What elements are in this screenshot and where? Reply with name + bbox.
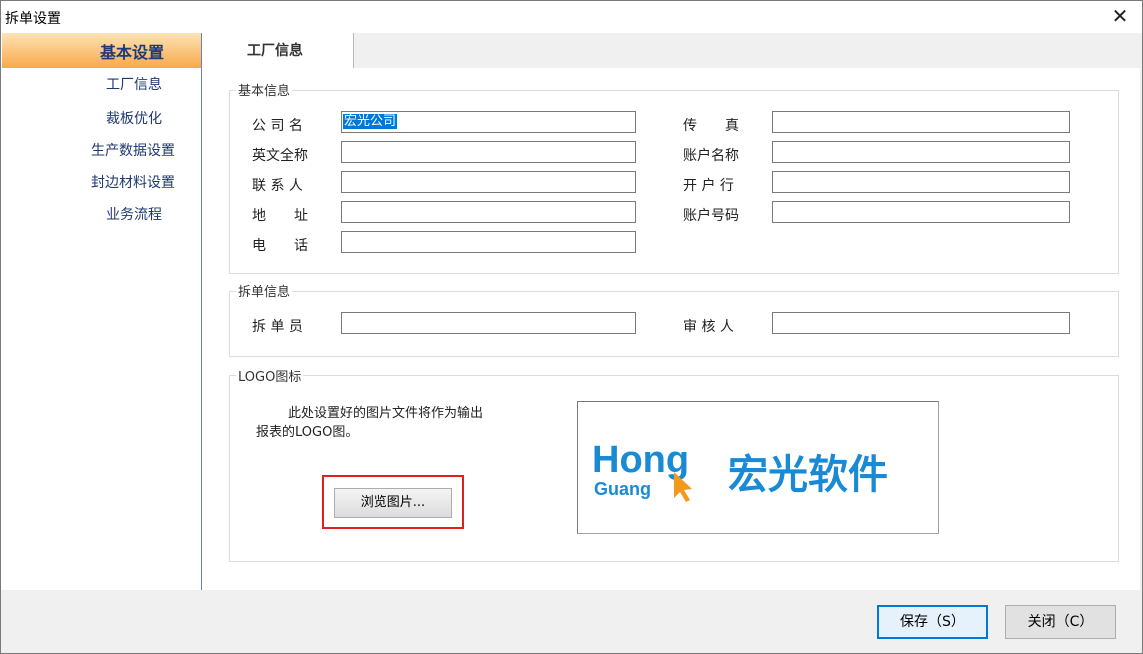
english-name-label: 英文全称 bbox=[252, 148, 308, 164]
tab-factory-info[interactable]: 工厂信息 bbox=[202, 33, 354, 68]
brand-logo-image: Hong Guang 宏光软件 bbox=[592, 439, 888, 502]
sidebar-item-cutting-optimize[interactable]: 裁板优化 bbox=[106, 108, 162, 128]
phone-label: 电 话 bbox=[252, 238, 308, 254]
company-name-label: 公 司 名 bbox=[252, 118, 303, 134]
address-field[interactable] bbox=[341, 201, 636, 223]
sidebar-header[interactable]: 基本设置 bbox=[2, 33, 201, 68]
logo-hint: 此处设置好的图片文件将作为输出 报表的LOGO图。 bbox=[256, 404, 526, 442]
account-number-field[interactable] bbox=[772, 201, 1070, 223]
reviewer-field[interactable] bbox=[772, 312, 1070, 334]
brand-guang: Guang bbox=[594, 479, 651, 499]
close-icon[interactable]: ✕ bbox=[1108, 5, 1132, 29]
logo-hint-line1: 此处设置好的图片文件将作为输出 bbox=[288, 406, 484, 421]
fax-field[interactable] bbox=[772, 111, 1070, 133]
split-info-title: 拆单信息 bbox=[236, 281, 293, 300]
contact-field[interactable] bbox=[341, 171, 636, 193]
bank-field[interactable] bbox=[772, 171, 1070, 193]
logo-group-title: LOGO图标 bbox=[236, 366, 304, 385]
phone-field[interactable] bbox=[341, 231, 636, 253]
company-name-field[interactable]: 宏光公司 bbox=[341, 111, 636, 133]
splitter-field[interactable] bbox=[341, 312, 636, 334]
logo-hint-line2: 报表的LOGO图。 bbox=[256, 425, 359, 440]
brand-cn: 宏光软件 bbox=[728, 452, 888, 498]
contact-label: 联 系 人 bbox=[252, 178, 303, 194]
save-button[interactable]: 保存（S） bbox=[877, 605, 988, 639]
basic-info-title: 基本信息 bbox=[236, 80, 293, 99]
logo-preview: Hong Guang 宏光软件 bbox=[577, 401, 939, 534]
sidebar-item-edge-material[interactable]: 封边材料设置 bbox=[91, 172, 175, 192]
browse-image-button[interactable]: 浏览图片... bbox=[334, 488, 452, 518]
account-name-label: 账户名称 bbox=[683, 148, 739, 164]
close-button[interactable]: 关闭（C） bbox=[1005, 605, 1116, 639]
address-label: 地 址 bbox=[252, 208, 308, 224]
sidebar-item-factory-info[interactable]: 工厂信息 bbox=[106, 74, 162, 94]
account-number-label: 账户号码 bbox=[683, 208, 739, 224]
sidebar-item-workflow[interactable]: 业务流程 bbox=[106, 204, 162, 224]
reviewer-label: 审 核 人 bbox=[683, 319, 734, 335]
tab-label: 工厂信息 bbox=[247, 43, 303, 59]
english-name-field[interactable] bbox=[341, 141, 636, 163]
sidebar-item-production-data[interactable]: 生产数据设置 bbox=[91, 140, 175, 160]
sidebar-header-label: 基本设置 bbox=[100, 43, 165, 62]
window-title: 拆单设置 bbox=[5, 11, 61, 27]
title-bar: 拆单设置 ✕ bbox=[1, 1, 1142, 33]
sidebar: 基本设置 工厂信息 裁板优化 生产数据设置 封边材料设置 业务流程 bbox=[1, 33, 202, 590]
company-name-value: 宏光公司 bbox=[343, 114, 398, 129]
fax-label: 传 真 bbox=[683, 118, 739, 134]
bank-label: 开 户 行 bbox=[683, 178, 734, 194]
account-name-field[interactable] bbox=[772, 141, 1070, 163]
splitter-label: 拆 单 员 bbox=[252, 319, 303, 335]
tab-strip bbox=[354, 33, 1140, 69]
